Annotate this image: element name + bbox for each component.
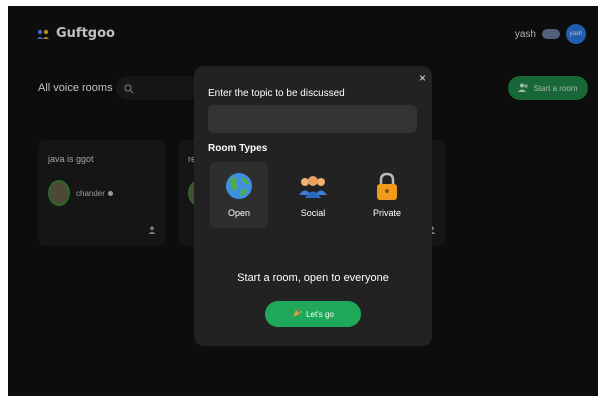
people-icon — [298, 170, 328, 202]
topic-input[interactable] — [208, 105, 417, 133]
lets-go-button[interactable]: Let's go — [265, 301, 361, 327]
lets-go-label: Let's go — [306, 309, 334, 319]
topic-label: Enter the topic to be discussed — [208, 88, 345, 99]
close-icon[interactable]: × — [419, 71, 426, 85]
globe-icon — [224, 170, 254, 202]
create-room-modal: × Enter the topic to be discussed Room T… — [194, 66, 432, 346]
room-type-social[interactable]: Social — [284, 162, 342, 228]
room-type-private[interactable]: Private — [358, 162, 416, 228]
room-description: Start a room, open to everyone — [237, 272, 389, 284]
room-type-label: Open — [227, 208, 251, 218]
room-type-open[interactable]: Open — [210, 162, 268, 228]
party-popper-icon — [292, 308, 302, 320]
room-types-heading: Room Types — [208, 143, 268, 154]
room-type-label: Private — [372, 208, 401, 218]
room-type-label: Social — [300, 208, 326, 218]
lock-icon — [372, 170, 402, 202]
app-window: Guftgoo yash yash All voice rooms Start … — [8, 6, 598, 396]
